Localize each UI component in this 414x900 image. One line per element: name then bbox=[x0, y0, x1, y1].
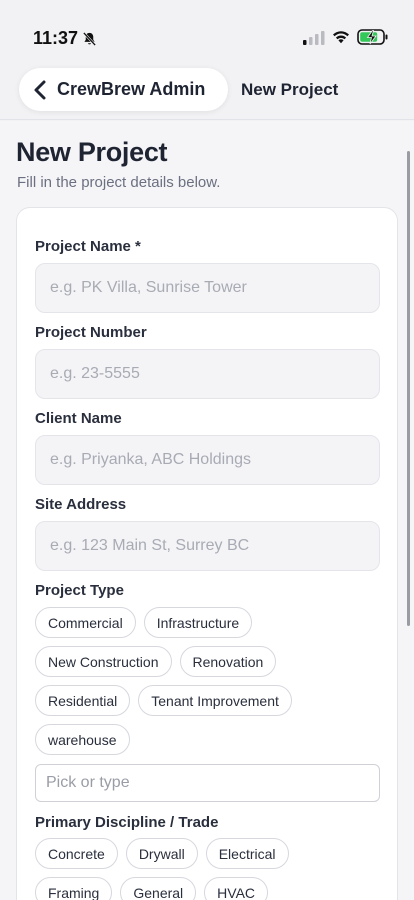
client-name-label: Client Name bbox=[35, 410, 122, 427]
project-type-chip-commercial[interactable]: Commercial bbox=[35, 607, 136, 638]
status-time: 11:37 bbox=[33, 28, 97, 49]
back-button-label: CrewBrew Admin bbox=[57, 79, 206, 99]
project-form-card: Project Name * Project Number Client Nam… bbox=[16, 207, 398, 900]
status-time-text: 11:37 bbox=[33, 28, 79, 48]
discipline-chip-concrete[interactable]: Concrete bbox=[35, 838, 118, 869]
signal-icon bbox=[303, 31, 325, 45]
discipline-chip-row: Framing General HVAC bbox=[35, 877, 269, 900]
back-button[interactable]: CrewBrew Admin bbox=[19, 68, 228, 111]
project-number-label: Project Number bbox=[35, 324, 147, 341]
discipline-chip-drywall[interactable]: Drywall bbox=[125, 838, 198, 869]
project-type-chip-residential[interactable]: Residential bbox=[35, 685, 131, 716]
chevron-left-icon bbox=[34, 80, 46, 99]
navigation-bar: CrewBrew Admin New Project bbox=[0, 62, 414, 120]
project-type-chip-new-construction[interactable]: New Construction bbox=[35, 646, 172, 677]
discipline-chip-electrical[interactable]: Electrical bbox=[205, 838, 289, 869]
discipline-chip-framing[interactable]: Framing bbox=[35, 877, 113, 900]
project-type-chip-renovation[interactable]: Renovation bbox=[179, 646, 277, 677]
site-address-input[interactable] bbox=[35, 521, 380, 571]
project-name-label: Project Name * bbox=[35, 238, 141, 255]
project-type-input[interactable] bbox=[35, 764, 380, 802]
project-type-chip-row: Commercial Infrastructure bbox=[35, 607, 253, 638]
project-type-chip-infrastructure[interactable]: Infrastructure bbox=[143, 607, 253, 638]
project-type-chip-row: warehouse bbox=[35, 724, 130, 755]
discipline-chip-general[interactable]: General bbox=[120, 877, 197, 900]
page-title: New Project bbox=[16, 137, 168, 167]
project-type-chip-warehouse[interactable]: warehouse bbox=[35, 724, 130, 755]
bell-muted-icon bbox=[83, 31, 97, 46]
project-number-input[interactable] bbox=[35, 349, 380, 399]
wifi-icon bbox=[333, 31, 349, 44]
project-name-input[interactable] bbox=[35, 263, 380, 313]
content-scroll-area[interactable]: New Project Fill in the project details … bbox=[0, 121, 414, 900]
project-type-label: Project Type bbox=[35, 582, 124, 599]
primary-discipline-label: Primary Discipline / Trade bbox=[35, 814, 219, 831]
battery-charging-icon bbox=[357, 29, 388, 45]
discipline-chip-hvac[interactable]: HVAC bbox=[204, 877, 269, 900]
nav-title: New Project bbox=[241, 80, 339, 99]
page-subtitle: Fill in the project details below. bbox=[17, 174, 221, 191]
status-bar: 11:37 bbox=[0, 0, 414, 62]
discipline-chip-row: Concrete Drywall Electrical bbox=[35, 838, 289, 869]
project-type-chip-row: Residential Tenant Improvement bbox=[35, 685, 292, 716]
site-address-label: Site Address bbox=[35, 496, 127, 513]
client-name-input[interactable] bbox=[35, 435, 380, 485]
scrollbar[interactable] bbox=[407, 151, 410, 626]
project-type-chip-row: New Construction Renovation bbox=[35, 646, 277, 677]
project-type-chip-tenant-improvement[interactable]: Tenant Improvement bbox=[138, 685, 292, 716]
